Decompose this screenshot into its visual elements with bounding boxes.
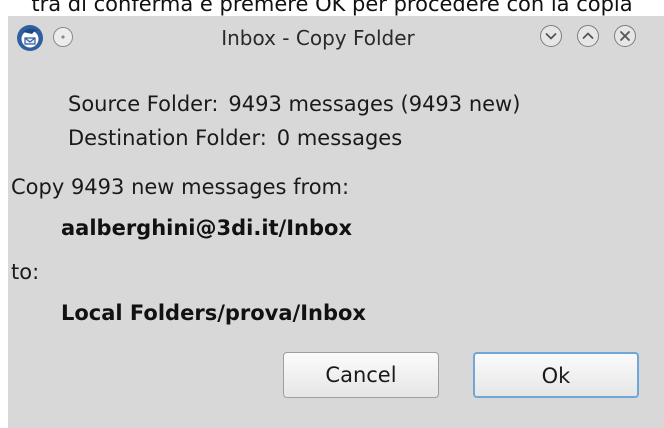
minimize-icon[interactable] <box>539 24 563 48</box>
page: tra di conferma e premere OK per procede… <box>0 0 664 428</box>
destination-folder-row: Destination Folder: 0 messages <box>68 124 402 152</box>
source-folder-row: Source Folder: 9493 messages (9493 new) <box>68 90 520 118</box>
window-menu-icon[interactable] <box>52 26 74 48</box>
ok-button[interactable]: Ok <box>473 352 639 398</box>
window-title: Inbox - Copy Folder <box>221 26 415 50</box>
cancel-button[interactable]: Cancel <box>283 352 439 398</box>
title-bar[interactable]: Inbox - Copy Folder <box>8 16 664 61</box>
from-folder-path: aalberghini@3di.it/Inbox <box>61 216 352 240</box>
caption-text: tra di conferma e premere OK per procede… <box>31 0 633 16</box>
maximize-icon[interactable] <box>576 24 600 48</box>
source-folder-value: 9493 messages (9493 new) <box>228 92 521 116</box>
dialog-window: Inbox - Copy Folder Source Folder: 9493 m… <box>8 16 664 428</box>
close-icon[interactable] <box>613 24 637 48</box>
to-folder-path: Local Folders/prova/Inbox <box>61 301 366 325</box>
thunderbird-icon[interactable] <box>15 23 45 53</box>
copy-intro-text: Copy 9493 new messages from: <box>11 175 350 199</box>
to-label: to: <box>11 260 40 284</box>
source-folder-label: Source Folder: <box>68 92 219 116</box>
destination-folder-label: Destination Folder: <box>68 126 267 150</box>
destination-folder-value: 0 messages <box>276 126 403 150</box>
